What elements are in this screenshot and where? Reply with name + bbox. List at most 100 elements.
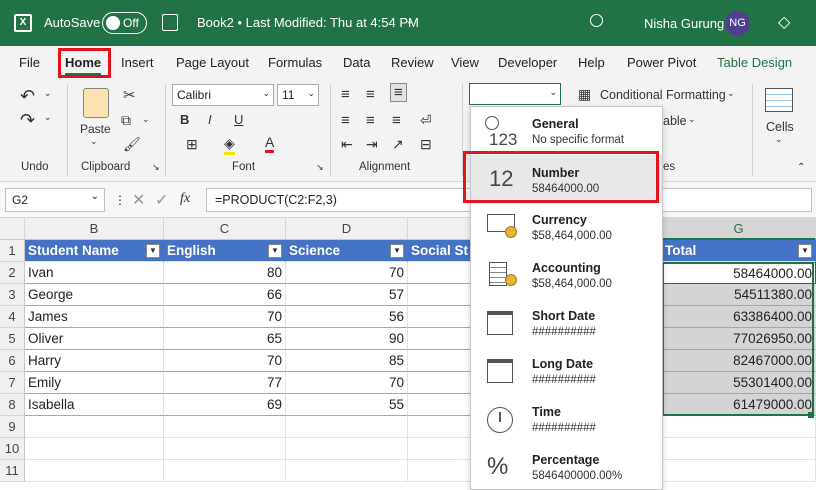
tab-formulas[interactable]: Formulas [268,55,322,70]
font-name-select[interactable]: Calibri ⌄ [172,84,274,106]
empty-cell[interactable] [25,416,164,438]
underline-icon[interactable]: U [234,112,243,127]
row-header[interactable]: 6 [0,350,25,372]
italic-icon[interactable]: I [208,112,212,127]
align-right-icon[interactable]: ≡ [392,112,401,129]
table-cell[interactable]: 70 [164,306,286,328]
menu-item-currency[interactable]: Currency $58,464,000.00 [471,203,662,251]
more-options-icon[interactable]: ⋮ [114,193,126,207]
orientation-icon[interactable]: ↗ [392,136,404,153]
align-bottom-icon[interactable]: ≡ [390,83,407,102]
paste-dropdown-icon[interactable]: ⌄ [90,136,98,147]
table-cell[interactable]: George [25,284,164,306]
row-header[interactable]: 8 [0,394,25,416]
number-format-select[interactable]: ⌄ [469,83,561,105]
empty-cell[interactable] [662,416,816,438]
table-cell[interactable]: 56 [286,306,408,328]
insert-function-icon[interactable]: fx [180,191,190,207]
user-name[interactable]: Nisha Gurung [644,16,724,31]
cells-chevron-icon[interactable]: ⌄ [775,134,783,145]
row-header[interactable]: 1 [0,240,25,262]
cells-button[interactable]: Cells [766,120,794,134]
empty-cell[interactable] [164,416,286,438]
tab-developer[interactable]: Developer [498,55,557,70]
fill-color-icon[interactable]: ◈ [224,135,235,155]
paste-icon[interactable] [83,88,109,118]
table-cell[interactable]: 69 [164,394,286,416]
title-chevron-down-icon[interactable]: ⌄ [405,14,414,27]
table-cell[interactable]: 90 [286,328,408,350]
empty-cell[interactable] [164,460,286,482]
align-top-icon[interactable]: ≡ [341,86,350,103]
row-header[interactable]: 2 [0,262,25,284]
filter-dropdown-icon[interactable]: ▼ [390,244,404,258]
tab-file[interactable]: File [19,55,40,70]
empty-cell[interactable] [662,438,816,460]
table-cell[interactable]: James [25,306,164,328]
align-center-icon[interactable]: ≡ [366,112,375,129]
menu-item-short-date[interactable]: Short Date ########## [471,299,662,347]
empty-cell[interactable] [286,416,408,438]
table-cell-total[interactable]: 63386400.00 [662,306,816,328]
collapse-ribbon-icon[interactable]: ⌃ [797,162,805,173]
menu-item-general[interactable]: 123 General No specific format [471,107,662,155]
table-header-cell[interactable]: English ▼ [164,240,286,262]
empty-cell[interactable] [164,438,286,460]
format-as-table-button[interactable]: able [663,114,687,128]
redo-icon[interactable]: ↷ [20,110,35,131]
empty-cell[interactable] [286,460,408,482]
empty-cell[interactable] [286,438,408,460]
copy-dropdown-icon[interactable]: ⌄ [142,114,150,125]
table-cell-total[interactable]: 58464000.00 [662,262,816,284]
clipboard-launcher-icon[interactable]: ↘ [152,162,160,173]
table-cell[interactable]: 77 [164,372,286,394]
table-header-cell[interactable]: Student Name ▼ [25,240,164,262]
tab-table-design[interactable]: Table Design [717,55,792,70]
table-cell-total[interactable]: 77026950.00 [662,328,816,350]
tab-page-layout[interactable]: Page Layout [176,55,249,70]
table-cell-total[interactable]: 54511380.00 [662,284,816,306]
wrap-text-icon[interactable]: ⏎ [420,112,432,129]
menu-item-percentage[interactable]: % Percentage 5846400000.00% [471,443,662,489]
row-header[interactable]: 7 [0,372,25,394]
increase-indent-icon[interactable]: ⇥ [366,136,378,153]
tab-power-pivot[interactable]: Power Pivot [627,55,696,70]
table-cell[interactable]: Emily [25,372,164,394]
table-cell[interactable]: 66 [164,284,286,306]
tab-insert[interactable]: Insert [121,55,154,70]
table-cell[interactable]: 57 [286,284,408,306]
document-title[interactable]: Book2 • Last Modified: Thu at 4:54 PM [197,15,419,30]
row-header[interactable]: 9 [0,416,25,438]
conditional-formatting-icon[interactable]: ▦ [578,86,591,103]
column-header-d[interactable]: D [286,218,408,240]
table-cell[interactable]: 80 [164,262,286,284]
row-header[interactable]: 11 [0,460,25,482]
table-cell[interactable]: 70 [164,350,286,372]
menu-item-time[interactable]: Time ########## [471,395,662,443]
tab-data[interactable]: Data [343,55,370,70]
font-color-icon[interactable]: A [265,134,275,153]
row-header[interactable]: 10 [0,438,25,460]
empty-cell[interactable] [25,460,164,482]
undo-icon[interactable]: ↶ [20,86,35,107]
empty-cell[interactable] [25,438,164,460]
cells-icon[interactable] [765,88,793,112]
table-cell[interactable]: Ivan [25,262,164,284]
filter-dropdown-icon[interactable]: ▼ [798,244,812,258]
table-cell[interactable]: Oliver [25,328,164,350]
table-cell-total[interactable]: 55301400.00 [662,372,816,394]
fill-handle[interactable] [808,412,814,418]
column-header-c[interactable]: C [164,218,286,240]
table-header-cell[interactable]: Science ▼ [286,240,408,262]
row-header[interactable]: 4 [0,306,25,328]
table-cell[interactable]: 70 [286,262,408,284]
filter-dropdown-icon[interactable]: ▼ [268,244,282,258]
column-header-b[interactable]: B [25,218,164,240]
table-cell[interactable]: Isabella [25,394,164,416]
table-cell[interactable]: Harry [25,350,164,372]
save-icon[interactable] [162,14,178,31]
row-header[interactable]: 5 [0,328,25,350]
table-cell[interactable]: 85 [286,350,408,372]
conditional-formatting-button[interactable]: Conditional Formatting [600,88,726,102]
menu-item-long-date[interactable]: Long Date ########## [471,347,662,395]
